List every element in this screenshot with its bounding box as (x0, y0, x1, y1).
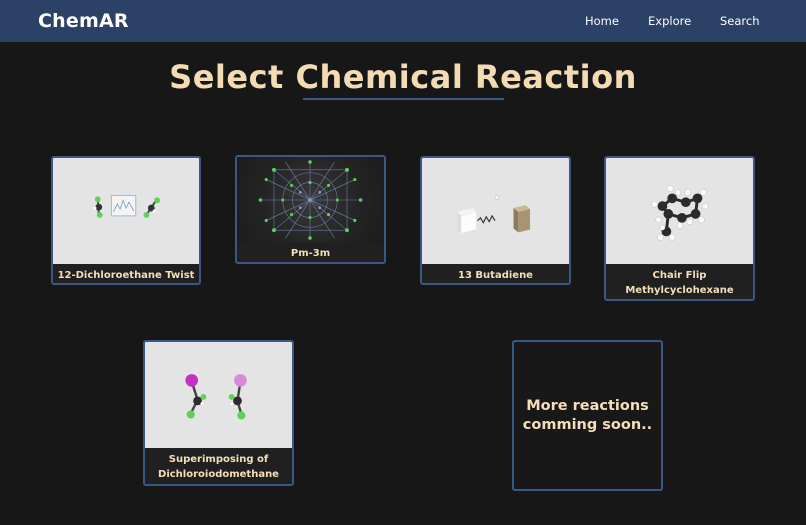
reaction-card-butadiene[interactable]: 13 Butadiene Polymerization (420, 156, 571, 285)
reaction-thumbnail (422, 158, 569, 264)
reaction-label-line1: Superimposing of (168, 454, 269, 465)
molecule-left-graphic (185, 374, 207, 419)
reaction-thumbnail (53, 158, 199, 264)
title-underline (303, 98, 504, 100)
white-cube-graphic (457, 208, 477, 234)
molecule-right-graphic (143, 197, 161, 218)
more-reactions-line2: comming soon.. (522, 416, 653, 433)
chair-molecule-graphic (651, 185, 709, 241)
reaction-label: 13 Butadiene Polymerization (458, 270, 533, 281)
nav-link-search[interactable]: Search (720, 14, 760, 28)
reaction-thumbnail (606, 158, 753, 264)
reaction-label-line2: Dichloroiodomethane (158, 469, 279, 480)
polymer-chain-graphic (477, 214, 496, 224)
reaction-label: Pm-3m (290, 248, 331, 259)
brand-logo[interactable]: ChemAR (38, 10, 129, 32)
reaction-label: 12-Dichloroethane Twist (57, 270, 195, 281)
reaction-card-dichloroethane[interactable]: 12-Dichloroethane Twist (51, 156, 201, 285)
navbar: ChemAR Home Explore Search (0, 0, 806, 42)
molecule-right-graphic (228, 374, 247, 420)
reaction-label-line2: Methylcyclohexane (625, 285, 734, 296)
reaction-card-pm3m[interactable]: Pm-3m (235, 155, 386, 264)
nav-link-explore[interactable]: Explore (648, 14, 691, 28)
energy-graph-graphic (110, 194, 137, 217)
more-reactions-card: More reactions comming soon.. (512, 340, 663, 491)
reaction-thumbnail (145, 342, 292, 448)
reaction-thumbnail (237, 157, 384, 243)
page-title: Select Chemical Reaction (169, 58, 637, 96)
more-reactions-text: More reactions comming soon.. (523, 397, 652, 435)
reaction-card-dichloroiodomethane[interactable]: Superimposing of Dichloroiodomethane (143, 340, 294, 486)
nav-link-home[interactable]: Home (585, 14, 619, 28)
small-marker-graphic (494, 195, 500, 200)
tan-cube-graphic (513, 205, 531, 233)
reaction-card-chair-flip[interactable]: Chair Flip Methylcyclohexane (604, 156, 755, 301)
molecule-left-graphic (93, 196, 103, 218)
reaction-label-line1: Chair Flip (652, 270, 707, 281)
more-reactions-line1: More reactions (526, 397, 649, 414)
